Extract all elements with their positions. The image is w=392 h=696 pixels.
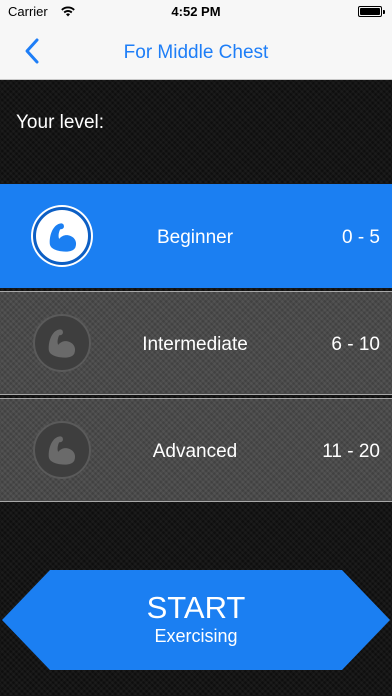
start-label: START xyxy=(146,590,246,625)
level-name: Intermediate xyxy=(142,334,248,355)
flexed-arm-icon xyxy=(33,207,91,265)
flexed-arm-icon xyxy=(33,314,91,372)
level-heading: Your level: xyxy=(16,112,105,133)
start-sublabel: Exercising xyxy=(154,626,238,646)
battery-icon xyxy=(358,6,385,17)
status-bar: Carrier 4:52 PM xyxy=(0,0,392,22)
start-exercising-button[interactable]: START Exercising xyxy=(2,570,390,670)
page-title: For Middle Chest xyxy=(123,42,269,63)
level-range: 11 - 20 xyxy=(322,441,380,462)
level-name: Beginner xyxy=(156,227,234,248)
navigation-bar: For Middle Chest xyxy=(0,22,392,80)
level-option-intermediate[interactable]: Intermediate 6 - 10 xyxy=(0,291,392,395)
clock: 4:52 PM xyxy=(171,4,221,19)
level-range: 6 - 10 xyxy=(331,334,380,355)
flexed-arm-icon xyxy=(33,421,91,479)
level-option-beginner[interactable]: Beginner 0 - 5 xyxy=(0,184,392,288)
level-option-advanced[interactable]: Advanced 11 - 20 xyxy=(0,398,392,502)
level-range: 0 - 5 xyxy=(341,227,380,248)
level-name: Advanced xyxy=(152,441,238,462)
